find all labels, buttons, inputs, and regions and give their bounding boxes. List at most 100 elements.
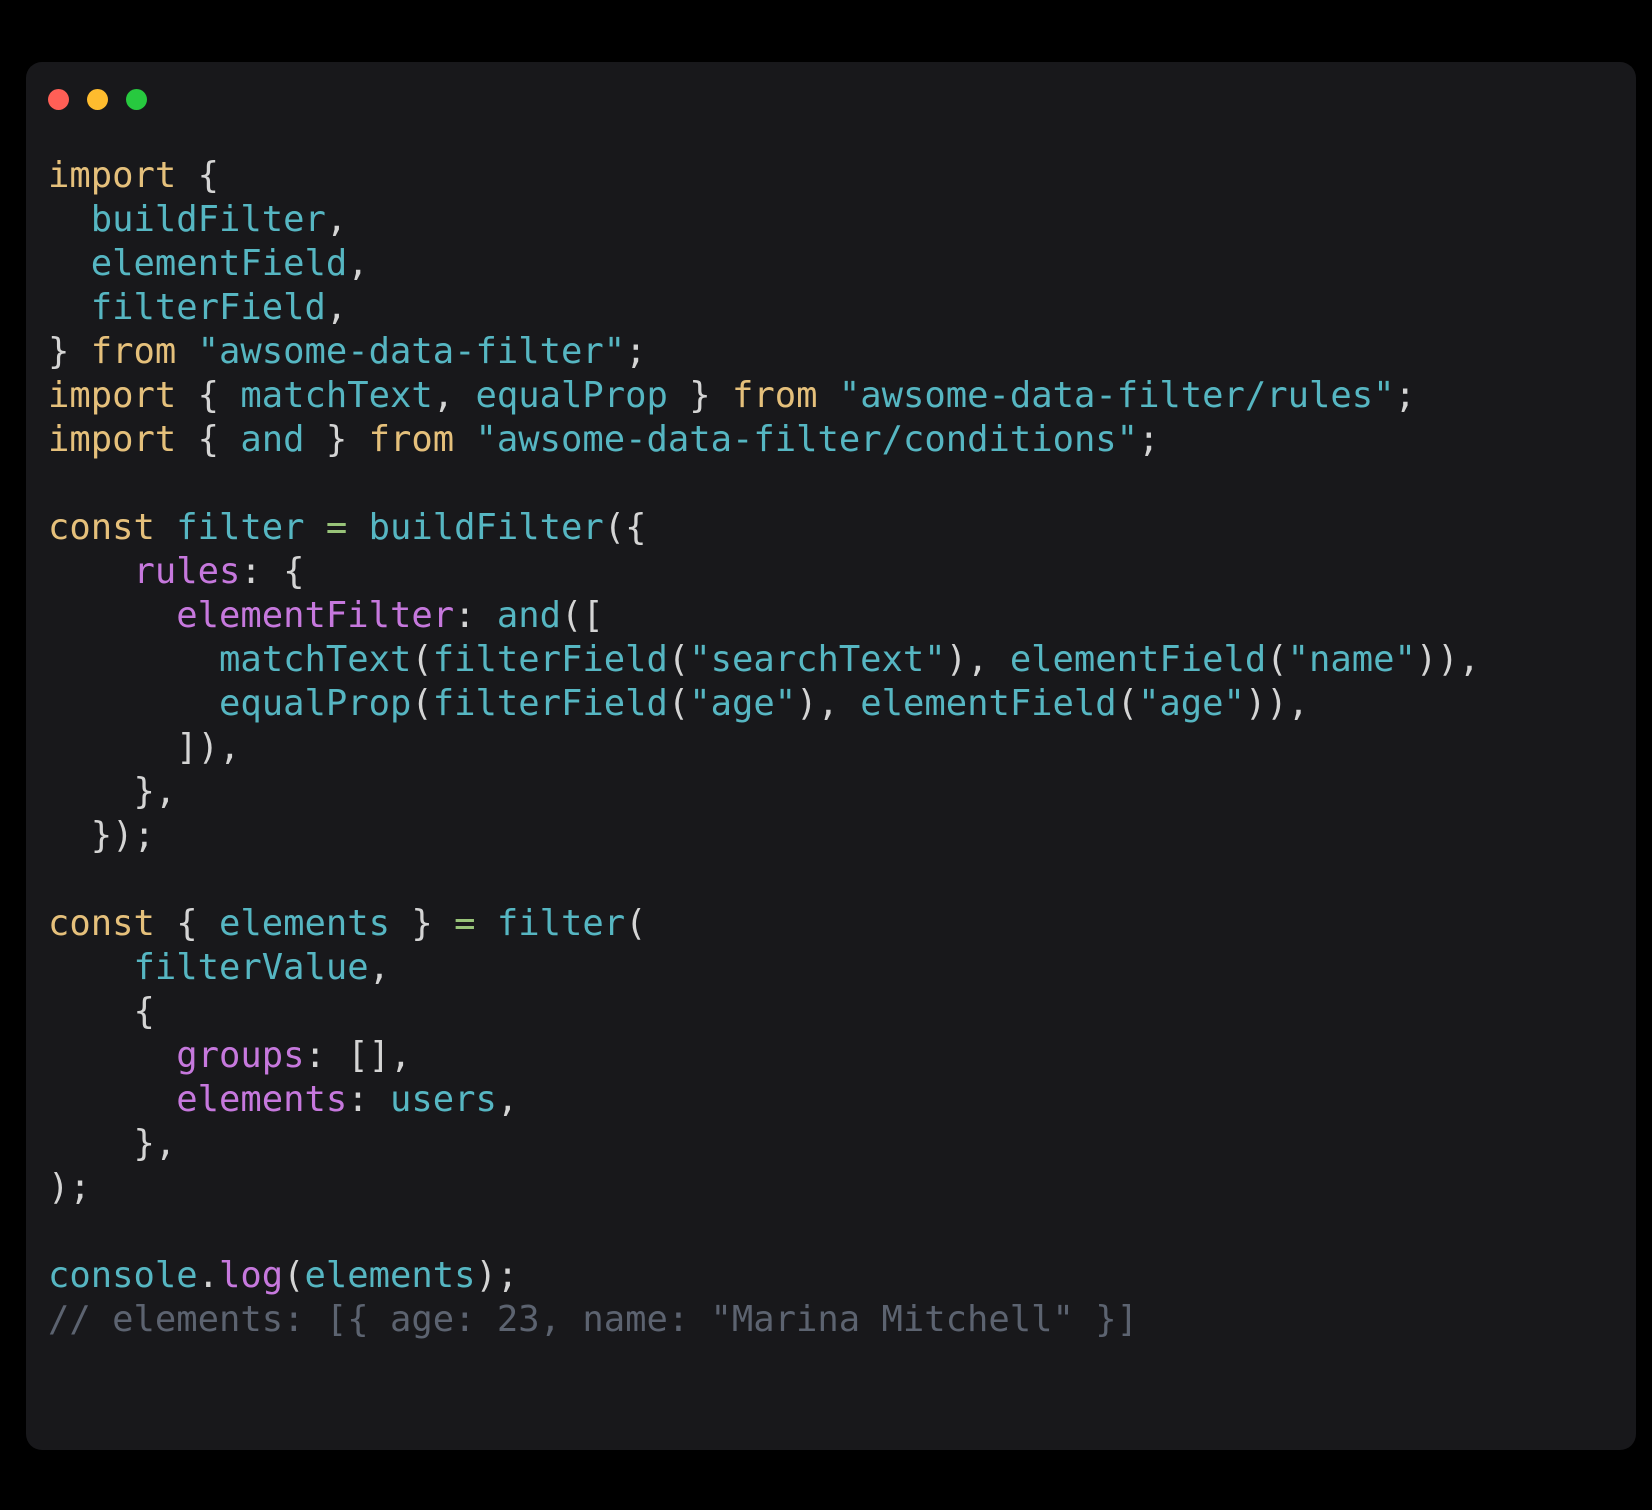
code-line: const filter = buildFilter({ [48, 506, 1636, 550]
code-token: { [197, 155, 219, 196]
code-token: // elements: [{ age: 23, name: "Marina M… [48, 1299, 1139, 1340]
code-token: "awsome-data-filter/rules" [838, 375, 1395, 416]
code-token: }, [48, 1123, 177, 1164]
window-titlebar [26, 62, 1636, 136]
code-token: and [496, 595, 561, 636]
code-token: "age" [689, 683, 797, 724]
code-line: { [48, 990, 1636, 1034]
code-line: import { and } from "awsome-data-filter/… [48, 418, 1636, 462]
code-token: , [325, 287, 348, 328]
code-token: import [48, 419, 177, 460]
code-token: ( [1266, 639, 1288, 680]
code-line: import { matchText, equalProp } from "aw… [48, 374, 1636, 418]
code-token: : [], [304, 1035, 412, 1076]
code-token: ( [283, 1255, 305, 1296]
code-window: import { buildFilter, elementField, filt… [26, 62, 1636, 1450]
code-line: elementField, [48, 242, 1636, 286]
code-block[interactable]: import { buildFilter, elementField, filt… [26, 136, 1636, 1450]
code-token: from [731, 375, 818, 416]
code-token: ), [796, 683, 861, 724]
code-line: rules: { [48, 550, 1636, 594]
code-token: buildFilter [368, 507, 604, 548]
code-token: ({ [603, 507, 647, 548]
code-line: filterField, [48, 286, 1636, 330]
code-line: }, [48, 770, 1636, 814]
code-token: , [496, 1079, 519, 1120]
code-token: import [48, 375, 177, 416]
code-token: = [325, 507, 348, 548]
code-token: from [90, 331, 177, 372]
code-line: filterValue, [48, 946, 1636, 990]
code-token: . [197, 1255, 219, 1296]
code-token: "awsome-data-filter/conditions" [475, 419, 1139, 460]
code-line: console.log(elements); [48, 1254, 1636, 1298]
code-token: console [48, 1255, 198, 1296]
code-token: buildFilter [90, 199, 326, 240]
code-token: elements [304, 1255, 476, 1296]
code-line: groups: [], [48, 1034, 1636, 1078]
code-token: matchText [240, 375, 433, 416]
code-line: }, [48, 1122, 1636, 1166]
code-token: } [48, 331, 70, 372]
code-token: }, [48, 771, 177, 812]
code-token: , [347, 243, 369, 284]
code-token: , [368, 947, 390, 988]
code-token: and [240, 419, 305, 460]
code-token: { [197, 419, 219, 460]
code-token: { [48, 991, 155, 1032]
code-line: matchText(filterField("searchText"), ele… [48, 638, 1636, 682]
code-token: , [325, 199, 348, 240]
code-line: }); [48, 814, 1636, 858]
code-token: ); [48, 1167, 91, 1208]
code-token: elements [176, 1079, 348, 1120]
code-token: ), [945, 639, 1010, 680]
code-token: equalProp [475, 375, 668, 416]
code-token: elementField [860, 683, 1117, 724]
code-token: } [325, 419, 348, 460]
code-line: } from "awsome-data-filter"; [48, 330, 1636, 374]
code-token: filterField [432, 639, 668, 680]
maximize-button[interactable] [126, 88, 147, 110]
code-token: ( [667, 639, 690, 680]
close-button[interactable] [48, 88, 69, 110]
code-token: import [48, 155, 177, 196]
code-token: filterField [90, 287, 326, 328]
code-line: // elements: [{ age: 23, name: "Marina M… [48, 1298, 1636, 1342]
code-line: ); [48, 1166, 1636, 1210]
code-token: elementField [1009, 639, 1267, 680]
code-token: ([ [560, 595, 604, 636]
code-line: elementFilter: and([ [48, 594, 1636, 638]
code-token: : { [240, 551, 305, 592]
code-token: ( [667, 683, 690, 724]
code-line: elements: users, [48, 1078, 1636, 1122]
code-token: matchText [218, 639, 412, 680]
code-token: )), [1244, 683, 1310, 724]
code-token: )), [1415, 639, 1481, 680]
code-token: ; [625, 331, 647, 372]
code-token: "searchText" [689, 639, 946, 680]
code-token: filterValue [133, 947, 369, 988]
code-token: ]), [48, 727, 241, 768]
code-token: filter [176, 507, 305, 548]
minimize-button[interactable] [87, 88, 108, 110]
